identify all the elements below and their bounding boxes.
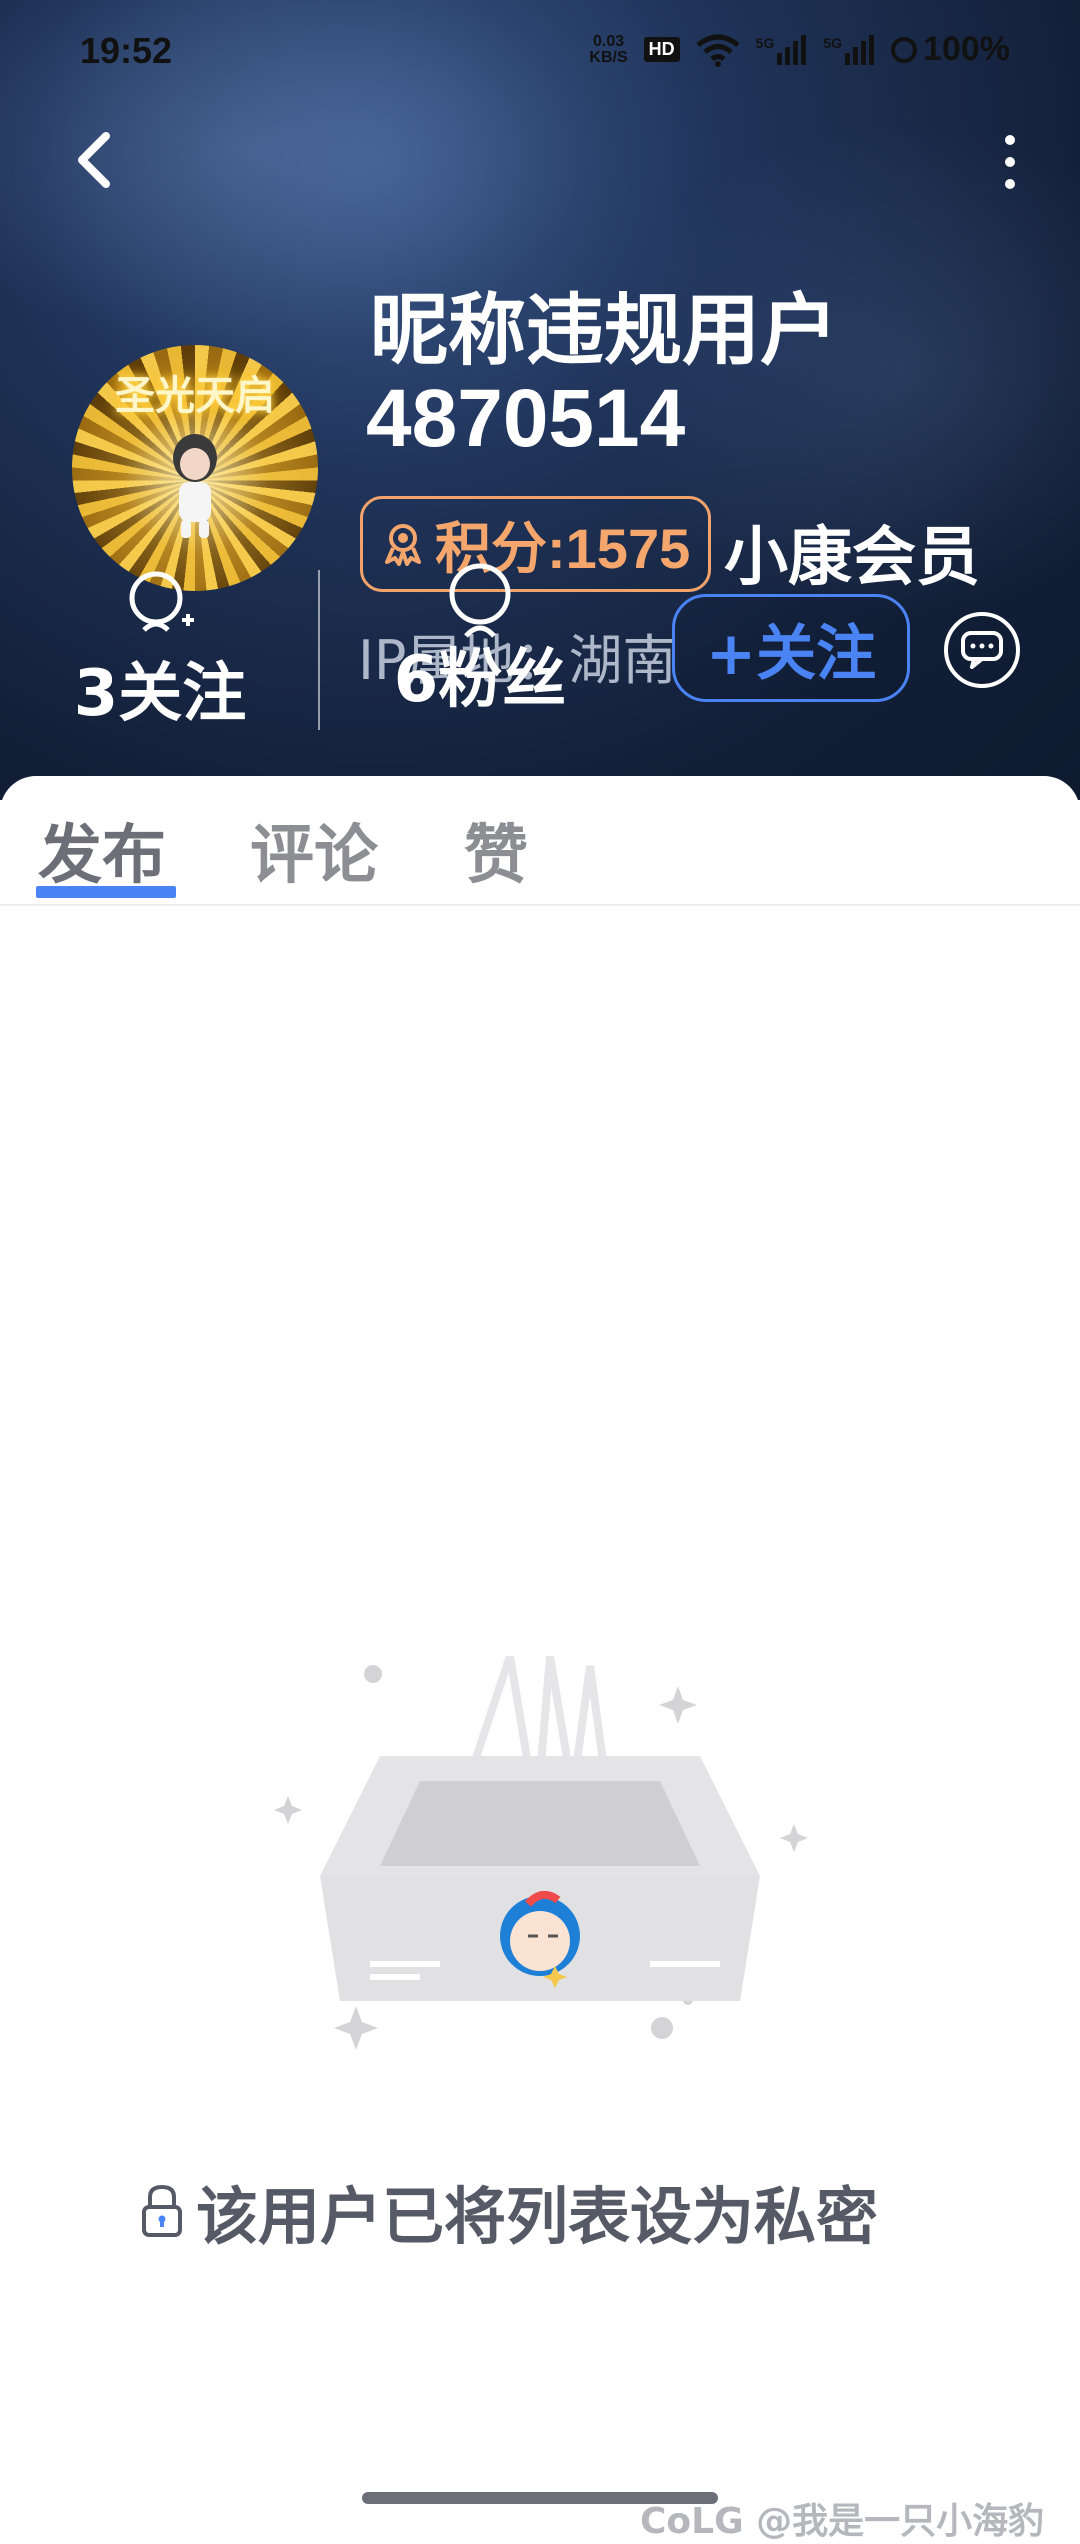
follow-button[interactable]: +关注 [672, 594, 910, 702]
lock-icon [142, 2184, 182, 2237]
signal-5g-icon-1: 5G [755, 34, 808, 65]
chat-bubble-icon [961, 631, 1003, 669]
private-list-message: 该用户已将列表设为私密 [196, 2180, 879, 2253]
user-id: 4870514 [366, 373, 686, 464]
watermark-text: CoLG @我是一只小海豹 [640, 2501, 1045, 2542]
avatar-character-icon [173, 434, 217, 538]
avatar[interactable]: 圣光天启 [72, 345, 318, 591]
status-bar: 19:52 0.03 KB/S HD 5G 5G 100% [0, 0, 1080, 110]
active-tab-indicator [36, 886, 176, 898]
wifi-icon [696, 34, 740, 67]
tab-bar: 发布 评论 赞 [0, 776, 1080, 906]
follow-user-icon [129, 571, 194, 632]
more-options-icon[interactable] [990, 130, 1030, 194]
content-sheet: 发布 评论 赞 该用户已将列表设为私密 CoLG @我是一只小海豹 [0, 776, 1080, 2542]
signal-5g-icon-2: 5G [823, 34, 875, 65]
signal-5g-label-2: 5G [823, 34, 843, 51]
fans-stat[interactable]: 6粉丝 [390, 560, 570, 720]
following-stat[interactable]: 3关注 [70, 570, 250, 734]
network-speed-value: 0.03 [592, 32, 625, 50]
tab-likes[interactable]: 赞 [464, 804, 528, 896]
member-level: 小康会员 [724, 521, 980, 595]
status-time: 19:52 [80, 30, 173, 71]
avatar-frame-text: 圣光天启 [115, 373, 275, 419]
private-list-notice: 该用户已将列表设为私密 [140, 2166, 878, 2256]
nickname: 昵称违规用户 [370, 286, 839, 376]
signal-5g-label-1: 5G [755, 34, 775, 51]
network-speed-unit: KB/S [589, 48, 628, 66]
hd-badge: HD [643, 37, 680, 62]
battery-indicator: 100% [891, 30, 1010, 69]
tab-comments[interactable]: 评论 [250, 804, 378, 896]
fans-count: 6粉丝 [393, 643, 567, 717]
message-button[interactable] [944, 612, 1020, 688]
status-icons: 0.03 KB/S HD 5G 5G 100% [589, 30, 1010, 69]
battery-percent: 100% [923, 30, 1010, 68]
network-speed: 0.03 KB/S [589, 32, 628, 66]
stats-divider [318, 570, 320, 730]
battery-icon [891, 36, 918, 63]
following-count: 3关注 [73, 657, 247, 731]
empty-box-illustration [274, 1656, 808, 2050]
back-arrow-icon[interactable] [70, 130, 120, 190]
tab-posts[interactable]: 发布 [38, 804, 166, 896]
